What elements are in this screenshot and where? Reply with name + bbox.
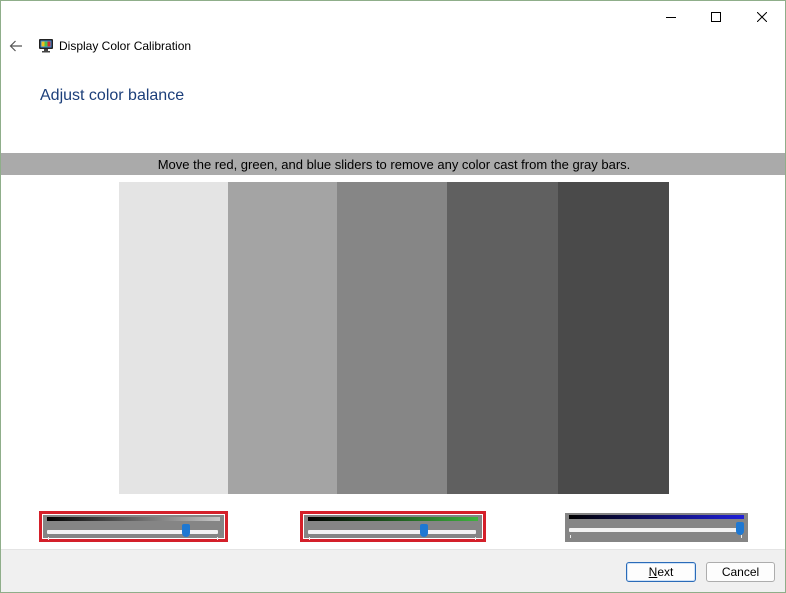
cancel-button-label: Cancel	[721, 565, 760, 579]
gray-bar	[228, 182, 337, 494]
blue-slider-track[interactable]	[569, 528, 742, 532]
red-slider-thumb[interactable]	[181, 524, 190, 537]
gray-bar	[337, 182, 447, 494]
slider-tick	[217, 537, 218, 540]
next-button[interactable]: Next	[626, 562, 696, 582]
slider-tick	[741, 535, 742, 538]
maximize-button[interactable]	[693, 1, 739, 33]
window-title: Display Color Calibration	[59, 39, 192, 53]
red-slider-group	[39, 511, 228, 542]
monitor-color-icon	[39, 39, 53, 53]
gray-bar	[447, 182, 558, 494]
blue-slider-group	[565, 513, 748, 542]
gray-bar	[558, 182, 669, 494]
blue-slider-thumb[interactable]	[736, 522, 745, 535]
slider-tick	[309, 537, 310, 540]
gray-bar	[119, 182, 228, 494]
calibration-window: Display Color Calibration Adjust color b…	[0, 0, 786, 593]
back-button[interactable]	[5, 35, 27, 57]
slider-tick	[48, 537, 49, 540]
instruction-band: Move the red, green, and blue sliders to…	[1, 153, 785, 175]
green-slider-group	[300, 511, 486, 542]
next-button-label: Next	[648, 565, 674, 579]
back-arrow-icon	[9, 40, 22, 52]
green-slider-track[interactable]	[308, 530, 476, 534]
page-title: Adjust color balance	[40, 87, 185, 104]
red-slider-track[interactable]	[47, 530, 218, 534]
red-color-strip	[47, 517, 220, 521]
instruction-text: Move the red, green, and blue sliders to…	[157, 156, 631, 172]
minimize-button[interactable]	[648, 1, 694, 33]
slider-tick	[475, 537, 476, 540]
cancel-button[interactable]: Cancel	[706, 562, 775, 582]
close-button[interactable]	[739, 1, 785, 33]
green-slider-thumb[interactable]	[419, 524, 428, 537]
gray-bars	[119, 182, 669, 494]
minimize-icon	[666, 17, 676, 18]
footer-bar: Next Cancel	[1, 549, 785, 592]
blue-color-strip	[569, 515, 744, 519]
close-icon	[757, 12, 767, 22]
maximize-icon	[711, 12, 721, 22]
slider-tick	[570, 535, 571, 538]
green-color-strip	[308, 517, 478, 521]
